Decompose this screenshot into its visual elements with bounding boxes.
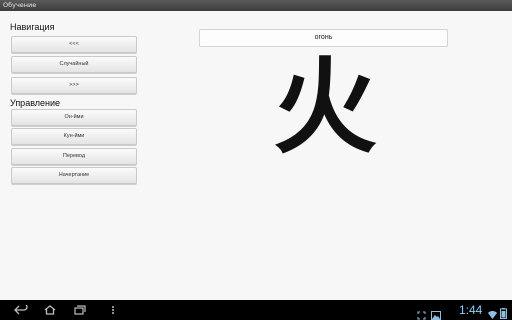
navigation-header: Навигация — [10, 22, 55, 32]
random-button[interactable]: Случайный — [11, 56, 137, 73]
clock: 1:44 — [459, 303, 483, 317]
system-navigation-bar: 1:44 — [0, 300, 512, 320]
menu-icon[interactable] — [106, 304, 120, 316]
control-header: Управление — [10, 98, 61, 108]
app-title: Обучение — [3, 1, 37, 9]
writing-button[interactable]: Начертание — [11, 167, 137, 184]
back-icon[interactable] — [14, 304, 28, 316]
app-title-bar: Обучение — [0, 0, 512, 11]
next-button[interactable]: >>> — [11, 77, 137, 94]
home-icon[interactable] — [43, 304, 57, 316]
translation-button[interactable]: Перевод — [11, 148, 137, 165]
photo-icon — [431, 305, 441, 320]
recent-apps-icon[interactable] — [73, 304, 87, 316]
on-reading-button[interactable]: Он-йми — [11, 109, 137, 126]
meaning-display: огонь — [199, 29, 448, 47]
main-content: Навигация <<< Случайный >>> Управление О… — [0, 11, 512, 300]
wifi-icon — [488, 304, 497, 320]
battery-icon — [500, 304, 507, 320]
screenshot-icon — [417, 305, 426, 320]
kanji-display: 火 — [272, 46, 377, 168]
previous-button[interactable]: <<< — [11, 36, 137, 53]
kun-reading-button[interactable]: Кун-йми — [11, 128, 137, 145]
